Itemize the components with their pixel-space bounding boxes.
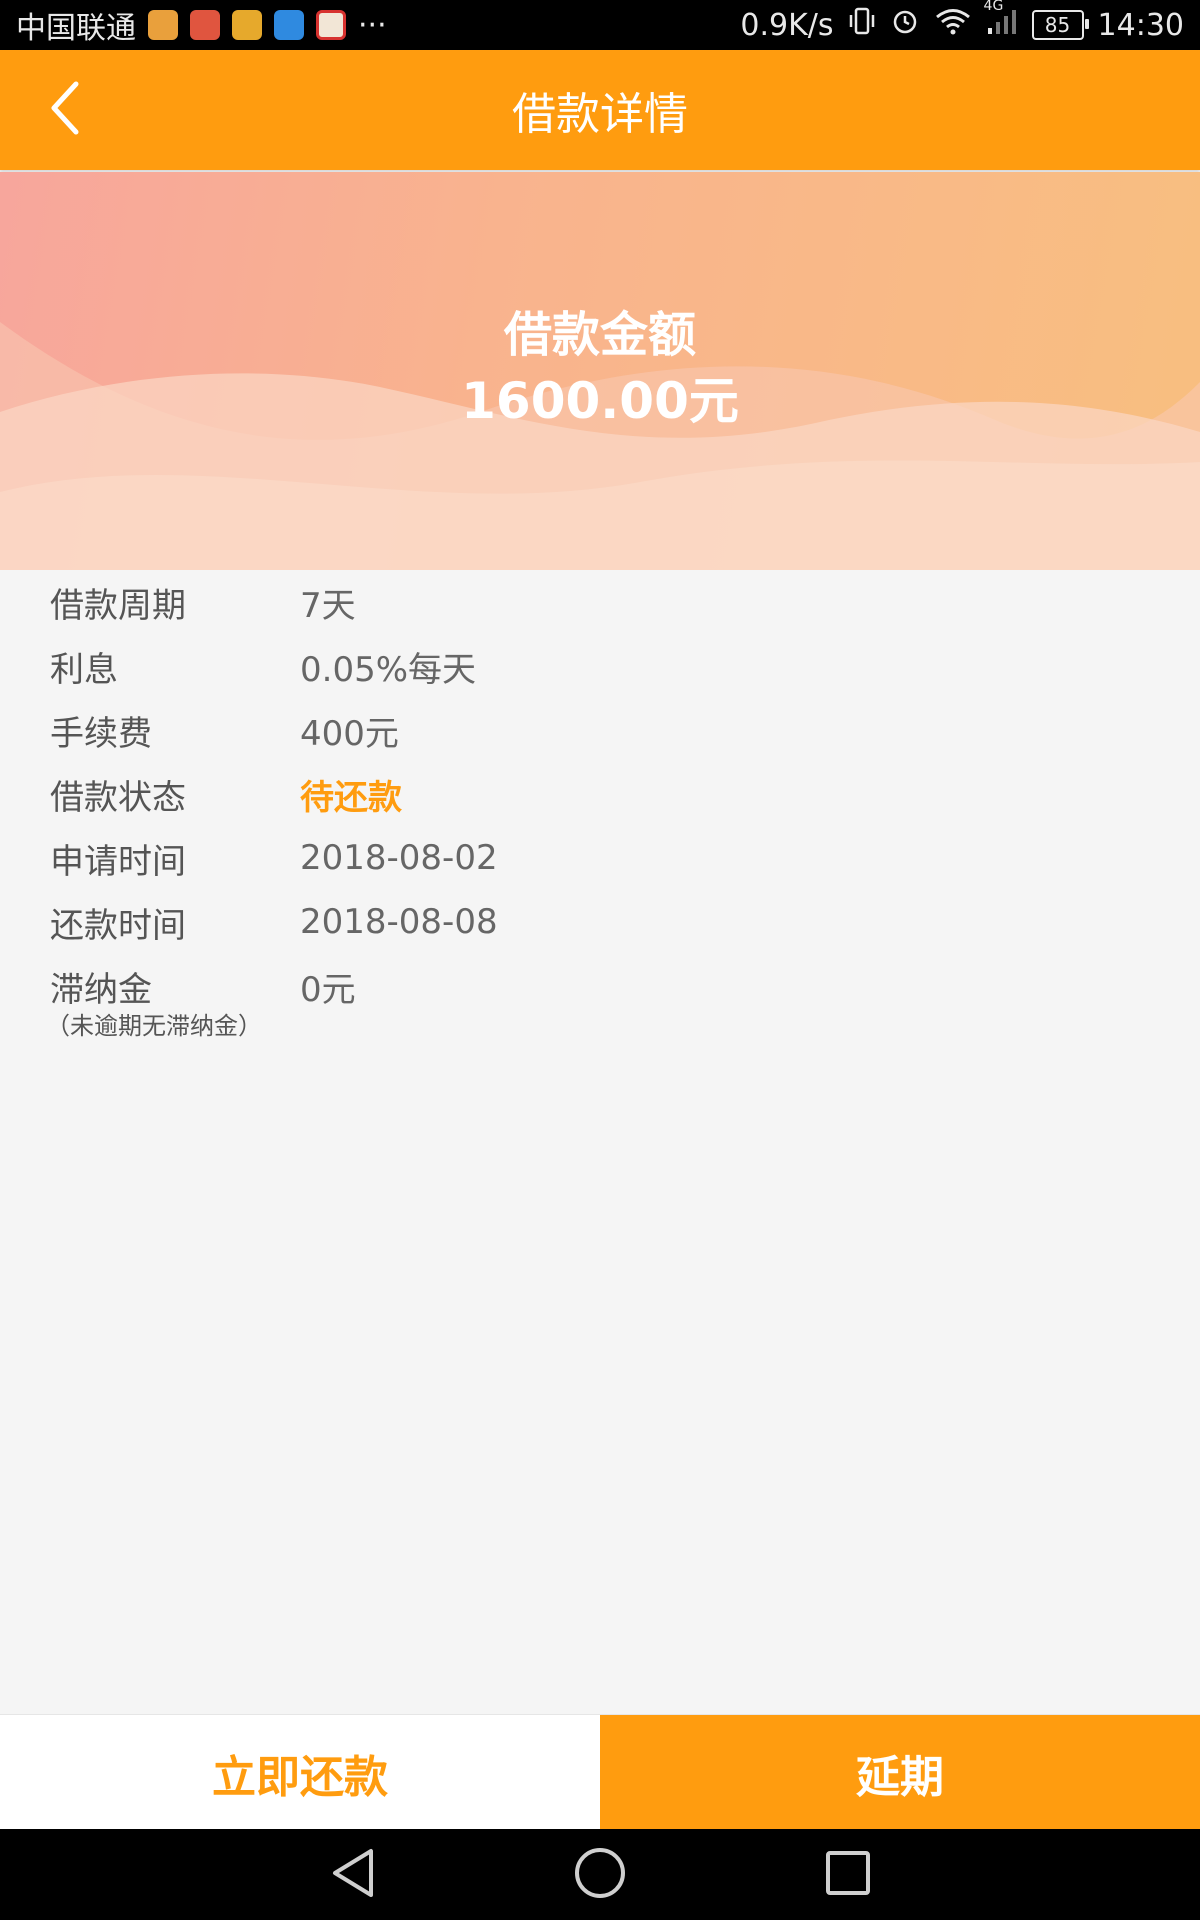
detail-row-late-fee: 滞纳金 0元 （未逾期无滞纳金）	[46, 954, 1150, 1041]
notification-app-4-icon	[274, 10, 304, 40]
notification-app-1-icon	[148, 10, 178, 40]
status-bar: 中国联通 ··· 0.9K/s 4G 85 14:30	[0, 0, 1200, 50]
detail-value: 2018-08-02	[300, 838, 498, 878]
nav-home-button[interactable]	[572, 1847, 628, 1903]
detail-value: 7天	[300, 585, 356, 626]
page-title: 借款详情	[512, 89, 688, 140]
carrier-name: 中国联通	[16, 11, 136, 46]
banner-text: 借款金额 1600.00元	[0, 302, 1200, 434]
detail-label: 申请时间	[50, 841, 186, 882]
detail-row-status: 借款状态 待还款	[50, 762, 1150, 826]
detail-label: 手续费	[50, 713, 152, 754]
battery-level: 85	[1044, 13, 1071, 37]
detail-value: 0元	[300, 969, 356, 1010]
status-badge: 待还款	[300, 777, 402, 818]
alarm-icon	[890, 6, 920, 44]
battery-icon: 85	[1031, 10, 1089, 40]
detail-row-period: 借款周期 7天	[50, 570, 1150, 634]
detail-value: 400元	[300, 713, 399, 754]
detail-row-interest: 利息 0.05%每天	[50, 634, 1150, 698]
detail-label: 借款状态	[50, 777, 186, 818]
detail-label: 滞纳金	[50, 969, 152, 1010]
detail-label: 借款周期	[50, 585, 186, 626]
detail-row-apply-date: 申请时间 2018-08-02	[50, 826, 1150, 890]
bottom-actions: 立即还款 延期	[0, 1714, 1200, 1830]
more-notifications-icon: ···	[358, 7, 387, 43]
notification-app-3-icon	[232, 10, 262, 40]
chevron-left-icon	[46, 80, 86, 140]
square-recents-icon	[823, 1848, 873, 1902]
repay-now-button[interactable]: 立即还款	[0, 1715, 600, 1830]
nav-back-button[interactable]	[326, 1847, 382, 1903]
back-button[interactable]	[30, 74, 102, 146]
extend-button[interactable]: 延期	[600, 1715, 1200, 1830]
loan-amount-label: 借款金额	[503, 307, 696, 363]
nav-recents-button[interactable]	[820, 1847, 876, 1903]
vibrate-icon	[848, 6, 876, 44]
triangle-back-icon	[329, 1847, 379, 1903]
signal-icon: 4G	[984, 0, 1018, 44]
status-bar-right: 0.9K/s 4G 85 14:30	[740, 0, 1200, 44]
clock: 14:30	[1097, 7, 1184, 43]
system-nav-bar	[0, 1829, 1200, 1920]
app-screen: 中国联通 ··· 0.9K/s 4G 85 14:30 借款详情 借款金额 16…	[0, 0, 1200, 1920]
status-bar-left: 中国联通 ···	[0, 3, 387, 47]
detail-label: 利息	[50, 649, 118, 690]
notification-app-2-icon	[190, 10, 220, 40]
loan-details: 借款周期 7天 利息 0.05%每天 手续费 400元 借款状态 待还款 申请时…	[46, 570, 1150, 1041]
detail-row-repay-date: 还款时间 2018-08-08	[50, 890, 1150, 954]
late-fee-note: （未逾期无滞纳金）	[46, 1012, 262, 1040]
wifi-icon	[934, 6, 972, 44]
notification-app-5-icon	[316, 10, 346, 40]
app-bar: 借款详情	[0, 50, 1200, 170]
circle-home-icon	[573, 1846, 627, 1904]
detail-value: 2018-08-08	[300, 902, 498, 942]
detail-label: 还款时间	[50, 905, 186, 946]
network-speed: 0.9K/s	[740, 7, 834, 43]
loan-amount-value: 1600.00元	[461, 372, 739, 430]
loan-amount-banner: 借款金额 1600.00元	[0, 172, 1200, 570]
detail-row-fee: 手续费 400元	[50, 698, 1150, 762]
detail-value: 0.05%每天	[300, 649, 477, 690]
network-type: 4G	[983, 0, 1004, 14]
